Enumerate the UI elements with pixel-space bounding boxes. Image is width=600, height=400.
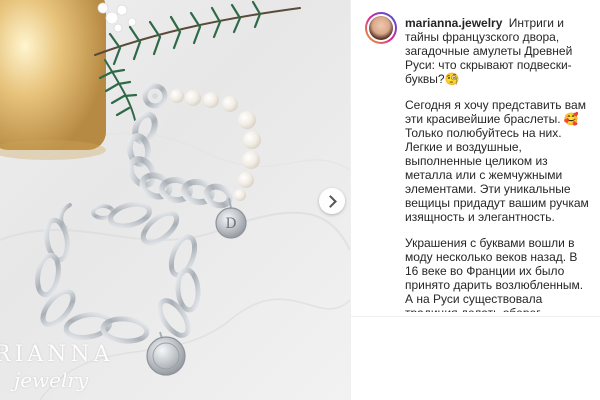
candle (0, 0, 106, 150)
post-photo: D RIANNA jewelry (0, 0, 350, 400)
caption-area[interactable]: marianna.jewelry Интриги и тайны француз… (365, 12, 589, 312)
watermark-line-2: jewelry (14, 368, 89, 392)
watermark-line-1: RIANNA (0, 342, 114, 367)
svg-text:D: D (225, 216, 236, 232)
instagram-post-view: D RIANNA jewelry marianna.jewelry Интриг… (0, 0, 600, 400)
caption-paragraph-1: Сегодня я хочу представить вам эти краси… (405, 98, 589, 224)
caption-paragraph-2: Украшения с буквами вошли в моду несколь… (405, 236, 584, 312)
chevron-right-icon (324, 194, 337, 208)
oval-link-bracelet (35, 201, 201, 344)
brand-watermark: RIANNA jewelry (0, 338, 120, 400)
post-sidebar: marianna.jewelry Интриги и тайны француз… (350, 0, 600, 400)
avatar-photo (369, 16, 393, 40)
caption-text: marianna.jewelry Интриги и тайны француз… (405, 16, 589, 312)
username-link[interactable]: marianna.jewelry (405, 16, 502, 30)
caption-first-paragraph: marianna.jewelry Интриги и тайны француз… (405, 16, 589, 86)
comments-divider (351, 316, 600, 317)
profile-avatar[interactable] (365, 12, 397, 44)
carousel-next-button[interactable] (319, 188, 345, 214)
